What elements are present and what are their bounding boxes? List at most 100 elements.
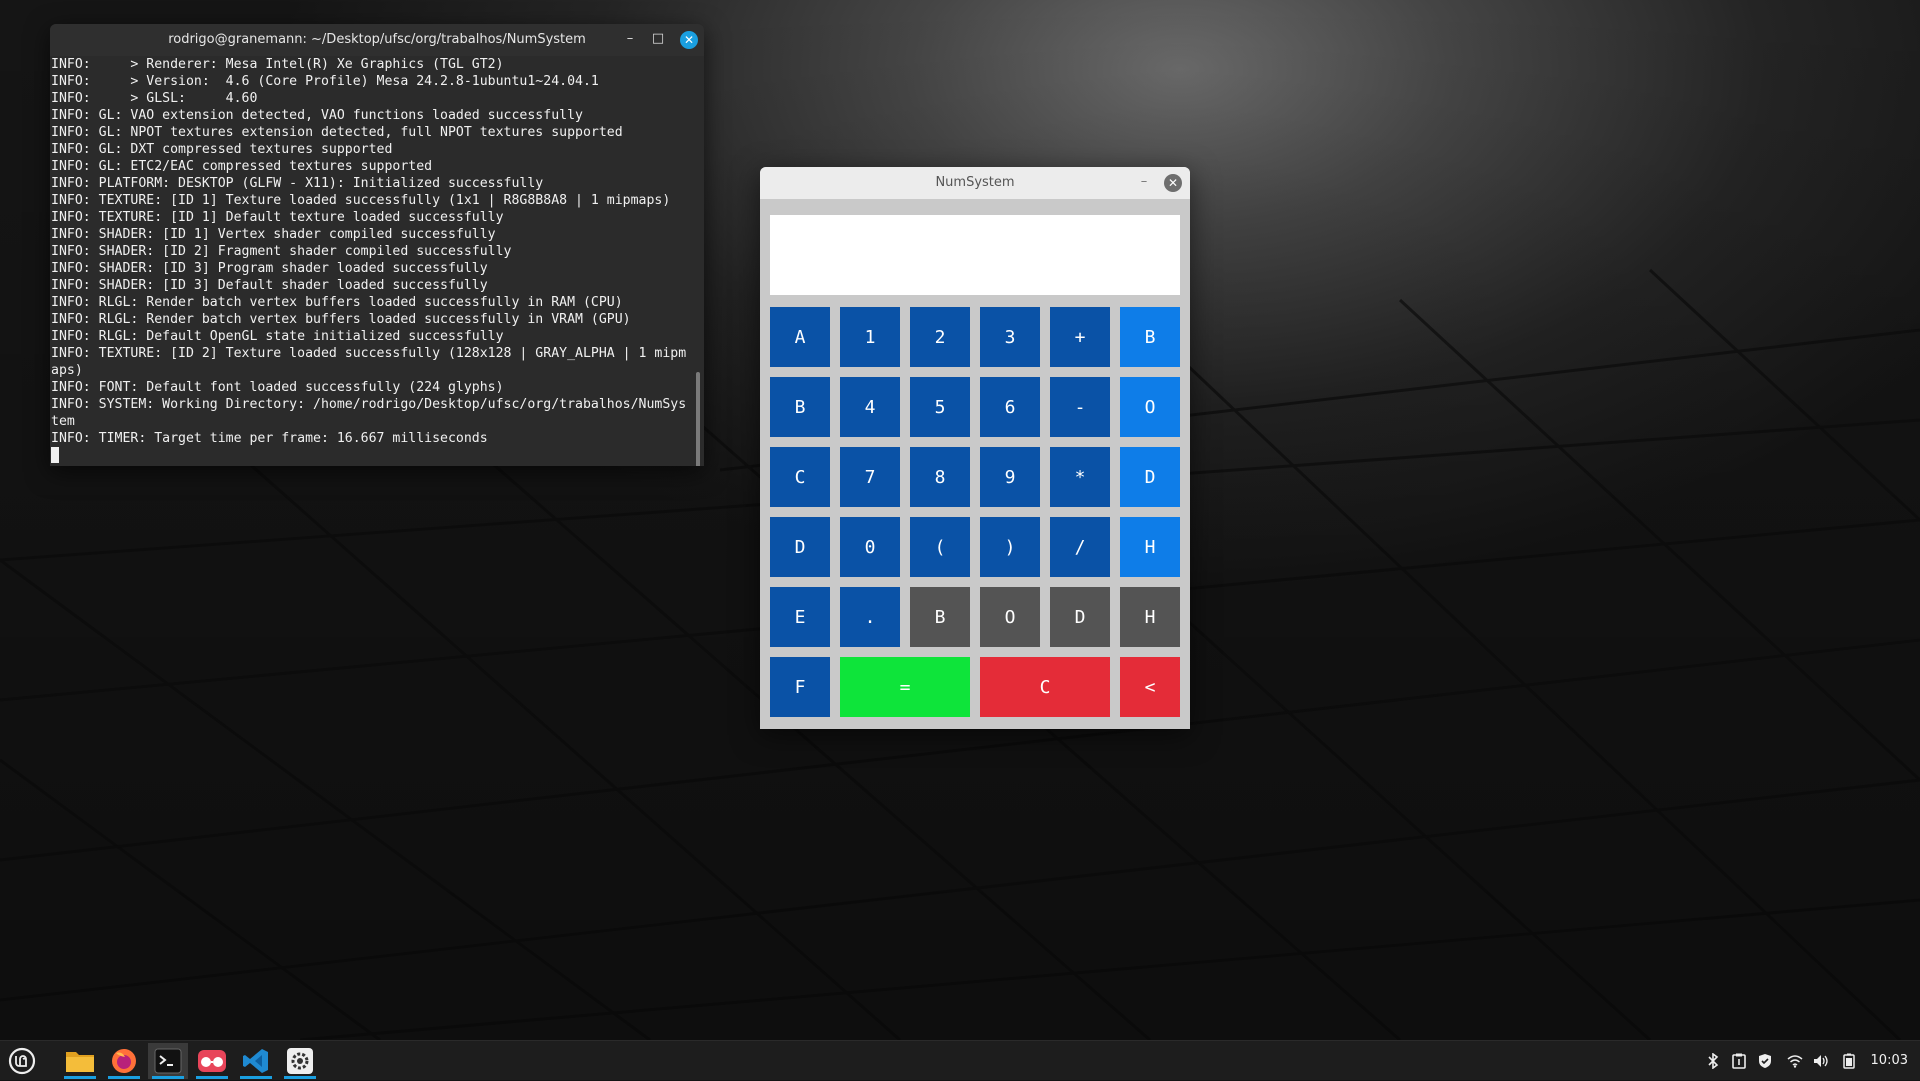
key-d-button[interactable]: D — [770, 517, 830, 577]
mint-menu-icon — [8, 1047, 36, 1075]
key-divide-button[interactable]: / — [1050, 517, 1110, 577]
minimize-button[interactable]: – — [1132, 167, 1156, 199]
key-open-paren-button[interactable]: ( — [910, 517, 970, 577]
key-1-button[interactable]: 1 — [840, 307, 900, 367]
key-a-button[interactable]: A — [770, 307, 830, 367]
terminal-line: INFO: GL: VAO extension detected, VAO fu… — [51, 108, 583, 123]
shield-icon — [1759, 1054, 1771, 1068]
text-cursor — [51, 447, 59, 463]
close-button[interactable]: ✕ — [1164, 174, 1182, 192]
key-7-button[interactable]: 7 — [840, 447, 900, 507]
terminal-line: INFO: GL: DXT compressed textures suppor… — [51, 142, 393, 157]
files-icon — [66, 1052, 94, 1072]
terminal-line: INFO: RLGL: Render batch vertex buffers … — [51, 295, 623, 310]
key-d-button[interactable]: D — [1050, 587, 1110, 647]
key-c-button[interactable]: C — [980, 657, 1110, 717]
terminal-window[interactable]: rodrigo@granemann: ~/Desktop/ufsc/org/tr… — [50, 24, 704, 466]
key-e-button[interactable]: E — [770, 587, 830, 647]
terminal-title: rodrigo@granemann: ~/Desktop/ufsc/org/tr… — [168, 32, 586, 47]
key-dot-button[interactable]: . — [840, 587, 900, 647]
clock[interactable]: 10:03 — [1871, 1041, 1908, 1081]
terminal-prompt[interactable] — [51, 447, 691, 464]
calculator-display — [770, 215, 1180, 295]
numsystem-titlebar[interactable]: NumSystem – ✕ — [760, 167, 1190, 199]
firefox-icon — [112, 1049, 136, 1073]
key-b-button[interactable]: B — [1120, 307, 1180, 367]
tray-shield[interactable] — [1754, 1041, 1776, 1081]
taskbar-terminal[interactable] — [148, 1043, 188, 1079]
terminal-line: INFO: SHADER: [ID 2] Fragment shader com… — [51, 244, 512, 259]
key-plus-button[interactable]: + — [1050, 307, 1110, 367]
key-f-button[interactable]: F — [770, 657, 830, 717]
terminal-line: INFO: > Renderer: Mesa Intel(R) Xe Graph… — [51, 57, 504, 72]
key-equals-button[interactable]: = — [840, 657, 970, 717]
mint-menu-button[interactable] — [2, 1043, 42, 1079]
terminal-scrollbar[interactable] — [696, 372, 700, 466]
key-c-button[interactable]: C — [770, 447, 830, 507]
tray-battery[interactable] — [1838, 1041, 1860, 1081]
taskbar-settings[interactable] — [280, 1043, 320, 1079]
key-3-button[interactable]: 3 — [980, 307, 1040, 367]
key-o-button[interactable]: O — [1120, 377, 1180, 437]
battery-icon — [1843, 1053, 1855, 1069]
volume-icon — [1814, 1055, 1828, 1067]
tray-volume[interactable] — [1810, 1041, 1832, 1081]
taskbar-firefox[interactable] — [104, 1043, 144, 1079]
terminal-line: INFO: > GLSL: 4.60 — [51, 91, 258, 106]
tray-wifi[interactable] — [1784, 1041, 1806, 1081]
vscode-icon — [243, 1049, 268, 1073]
terminal-line: INFO: TIMER: Target time per frame: 16.6… — [51, 431, 488, 446]
numsystem-title: NumSystem — [935, 175, 1015, 190]
tray-bluetooth[interactable] — [1702, 1041, 1724, 1081]
terminal-line: INFO: TEXTURE: [ID 1] Default texture lo… — [51, 210, 504, 225]
terminal-line: INFO: SHADER: [ID 1] Vertex shader compi… — [51, 227, 496, 242]
terminal-line: INFO: RLGL: Render batch vertex buffers … — [51, 312, 631, 327]
terminal-line: INFO: GL: NPOT textures extension detect… — [51, 125, 623, 140]
terminal-icon — [154, 1048, 182, 1074]
key-close-paren-button[interactable]: ) — [980, 517, 1040, 577]
key-2-button[interactable]: 2 — [910, 307, 970, 367]
key-minus-button[interactable]: - — [1050, 377, 1110, 437]
key-d-button[interactable]: D — [1120, 447, 1180, 507]
key-9-button[interactable]: 9 — [980, 447, 1040, 507]
taskbar-vscode[interactable] — [236, 1043, 276, 1079]
terminal-line: INFO: > Version: 4.6 (Core Profile) Mesa… — [51, 74, 599, 89]
terminal-line: INFO: GL: ETC2/EAC compressed textures s… — [51, 159, 433, 174]
key-6-button[interactable]: 6 — [980, 377, 1040, 437]
terminal-output[interactable]: INFO: > Renderer: Mesa Intel(R) Xe Graph… — [50, 56, 691, 466]
terminal-line: INFO: SHADER: [ID 3] Default shader load… — [51, 278, 488, 293]
terminal-line: INFO: SHADER: [ID 3] Program shader load… — [51, 261, 488, 276]
terminal-line: INFO: FONT: Default font loaded successf… — [51, 380, 504, 395]
settings-icon — [287, 1048, 313, 1074]
key-4-button[interactable]: 4 — [840, 377, 900, 437]
taskbar-files[interactable] — [60, 1043, 100, 1079]
terminal-line: INFO: TEXTURE: [ID 1] Texture loaded suc… — [51, 193, 671, 208]
bluetooth-icon — [1708, 1053, 1719, 1069]
wifi-icon — [1787, 1055, 1803, 1068]
taskbar-glasses-app[interactable] — [192, 1043, 232, 1079]
terminal-line: INFO: TEXTURE: [ID 2] Texture loaded suc… — [51, 346, 687, 361]
key-multiply-button[interactable]: * — [1050, 447, 1110, 507]
numsystem-window[interactable]: NumSystem – ✕ A 1 2 3 + B B 4 5 6- O C 7 8 9 * D D 0() / H E.… — [760, 167, 1190, 729]
terminal-titlebar[interactable]: rodrigo@granemann: ~/Desktop/ufsc/org/tr… — [50, 24, 704, 56]
key-5-button[interactable]: 5 — [910, 377, 970, 437]
glasses-app-icon — [198, 1050, 226, 1072]
maximize-button[interactable]: □ — [646, 24, 670, 56]
terminal-line: tem — [51, 414, 75, 429]
key-h-button[interactable]: H — [1120, 587, 1180, 647]
key-h-button[interactable]: H — [1120, 517, 1180, 577]
clipboard-icon — [1732, 1053, 1746, 1069]
minimize-button[interactable]: – — [618, 24, 642, 56]
key-8-button[interactable]: 8 — [910, 447, 970, 507]
terminal-line: INFO: RLGL: Default OpenGL state initial… — [51, 329, 504, 344]
tray-clipboard[interactable] — [1728, 1041, 1750, 1081]
key-b-button[interactable]: B — [770, 377, 830, 437]
taskbar: 10:03 — [0, 1040, 1920, 1080]
terminal-line: INFO: PLATFORM: DESKTOP (GLFW - X11): In… — [51, 176, 544, 191]
key-0-button[interactable]: 0 — [840, 517, 900, 577]
key-o-button[interactable]: O — [980, 587, 1040, 647]
key-b-button[interactable]: B — [910, 587, 970, 647]
key-backspace-button[interactable]: < — [1120, 657, 1180, 717]
terminal-line: aps) — [51, 363, 83, 378]
close-button[interactable]: ✕ — [680, 31, 698, 49]
